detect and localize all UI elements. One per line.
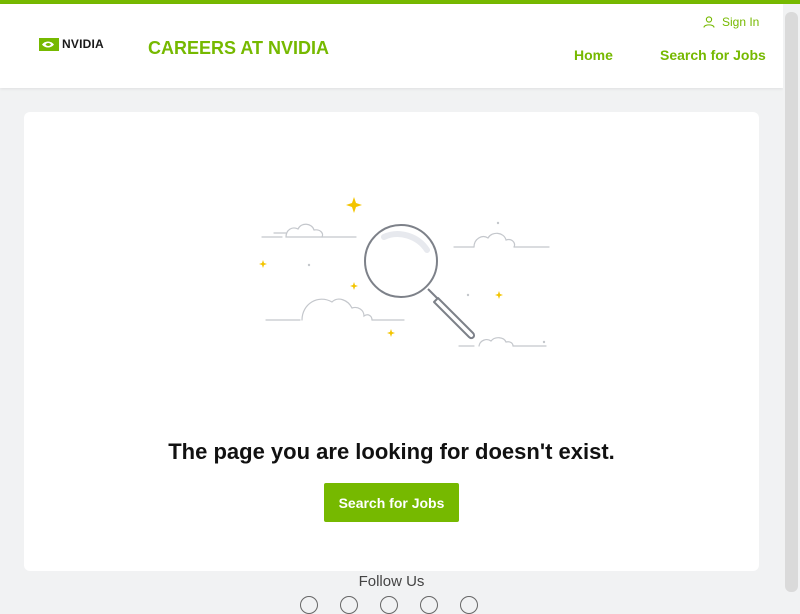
- social-links: [300, 596, 478, 614]
- magnifying-glass-icon: [259, 197, 550, 347]
- social-icon[interactable]: [300, 596, 318, 614]
- not-found-card: The page you are looking for doesn't exi…: [24, 112, 759, 571]
- social-icon[interactable]: [380, 596, 398, 614]
- social-icon[interactable]: [460, 596, 478, 614]
- sign-in-link[interactable]: Sign In: [703, 15, 759, 29]
- nvidia-eye-icon: [39, 37, 59, 51]
- nvidia-logo[interactable]: NVIDIA: [39, 37, 104, 51]
- follow-us-label: Follow Us: [358, 573, 425, 590]
- user-icon: [703, 16, 715, 28]
- nav-home-link[interactable]: Home: [574, 47, 613, 63]
- vertical-scrollbar[interactable]: [783, 4, 800, 600]
- social-icon[interactable]: [420, 596, 438, 614]
- scrollbar-thumb[interactable]: [785, 12, 798, 592]
- social-icon[interactable]: [340, 596, 358, 614]
- site-header: NVIDIA CAREERS AT NVIDIA Sign In Home Se…: [0, 4, 783, 88]
- search-jobs-button[interactable]: Search for Jobs: [324, 483, 459, 522]
- error-message: The page you are looking for doesn't exi…: [168, 438, 615, 464]
- site-title[interactable]: CAREERS AT NVIDIA: [148, 38, 329, 59]
- logo-wordmark: NVIDIA: [62, 37, 104, 51]
- nav-search-jobs-link[interactable]: Search for Jobs: [660, 47, 766, 63]
- sign-in-label: Sign In: [722, 15, 760, 29]
